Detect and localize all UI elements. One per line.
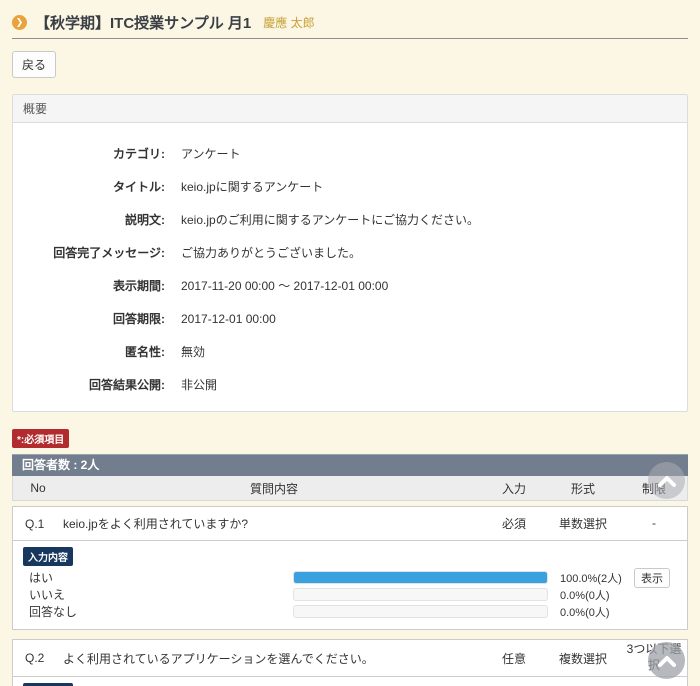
option-row: はい 100.0%(2人) 表示 [17, 569, 677, 586]
question-body: 入力内容 教育支援システム 50.0%(1人) 表示 学事Webシステム 50.… [13, 677, 687, 686]
field-value: 2017-11-20 00:00 ～ 2017-12-01 00:00 [181, 277, 687, 294]
field-value: 2017-12-01 00:00 [181, 312, 687, 326]
input-content-badge: 入力内容 [23, 547, 73, 566]
question-card-q2: Q.2 よく利用されているアプリケーションを選んでください。 任意 複数選択 3… [12, 639, 688, 686]
field-label: 回答結果公開: [13, 376, 181, 393]
respondent-count-bar: 回答者数 : 2人 [12, 454, 688, 476]
scroll-to-top-button[interactable] [648, 462, 685, 499]
field-label: 匿名性: [13, 343, 181, 360]
question-limit: - [623, 516, 685, 532]
bar-fill [294, 572, 547, 583]
field-label: 表示期間: [13, 277, 181, 294]
field-value: keio.jpのご利用に関するアンケートにご協力ください。 [181, 211, 687, 228]
question-format: 単数選択 [543, 515, 623, 532]
option-percent: 100.0%(2人) [548, 570, 634, 586]
column-input: 入力 [485, 480, 543, 497]
overview-row-category: カテゴリ: アンケート [13, 137, 687, 170]
field-label: 説明文: [13, 211, 181, 228]
option-percent: 0.0%(0人) [548, 587, 634, 603]
question-text: keio.jpをよく利用されていますか? [63, 515, 485, 532]
question-row: Q.1 keio.jpをよく利用されていますか? 必須 単数選択 - [13, 507, 687, 541]
page-title: 【秋学期】ITC授業サンプル 月1 [35, 12, 251, 33]
overview-row-description: 説明文: keio.jpのご利用に関するアンケートにご協力ください。 [13, 203, 687, 236]
question-input-type: 必須 [485, 515, 543, 532]
overview-row-result-publication: 回答結果公開: 非公開 [13, 368, 687, 401]
question-text: よく利用されているアプリケーションを選んでください。 [63, 650, 485, 667]
field-label: 回答完了メッセージ: [13, 244, 181, 261]
question-body: 入力内容 はい 100.0%(2人) 表示 いいえ 0.0%(0人) [13, 541, 687, 629]
show-respondents-button[interactable]: 表示 [634, 568, 670, 588]
back-button[interactable]: 戻る [12, 51, 56, 78]
required-note-badge: *:必須項目 [12, 429, 69, 448]
field-value: ご協力ありがとうございました。 [181, 244, 687, 261]
overview-row-title: タイトル: keio.jpに関するアンケート [13, 170, 687, 203]
chevron-up-icon [658, 475, 676, 487]
question-input-type: 任意 [485, 650, 543, 667]
arrow-right-icon: ❯ [12, 15, 27, 30]
page-header: ❯ 【秋学期】ITC授業サンプル 月1 慶應 太郎 [12, 12, 688, 32]
option-bar [293, 588, 548, 601]
column-question: 質問内容 [63, 480, 485, 497]
overview-row-anonymity: 匿名性: 無効 [13, 335, 687, 368]
field-value: 無効 [181, 343, 687, 360]
option-label: 回答なし [17, 603, 293, 620]
option-bar [293, 571, 548, 584]
option-label: はい [17, 569, 293, 586]
option-bar [293, 605, 548, 618]
chevron-up-icon [658, 655, 676, 667]
user-name-link[interactable]: 慶應 太郎 [263, 14, 314, 31]
overview-row-display-period: 表示期間: 2017-11-20 00:00 ～ 2017-12-01 00:0… [13, 269, 687, 302]
question-format: 複数選択 [543, 650, 623, 667]
overview-panel: 概要 カテゴリ: アンケート タイトル: keio.jpに関するアンケート 説明… [12, 94, 688, 412]
scroll-to-top-button[interactable] [648, 642, 685, 679]
question-card-q1: Q.1 keio.jpをよく利用されていますか? 必須 単数選択 - 入力内容 … [12, 506, 688, 630]
option-percent: 0.0%(0人) [548, 604, 634, 620]
option-row: いいえ 0.0%(0人) [17, 586, 677, 603]
overview-row-complete-message: 回答完了メッセージ: ご協力ありがとうございました。 [13, 236, 687, 269]
question-number: Q.2 [13, 651, 63, 665]
question-row: Q.2 よく利用されているアプリケーションを選んでください。 任意 複数選択 3… [13, 640, 687, 677]
question-number: Q.1 [13, 517, 63, 531]
field-label: カテゴリ: [13, 145, 181, 162]
field-label: タイトル: [13, 178, 181, 195]
field-value: keio.jpに関するアンケート [181, 178, 687, 195]
title-divider [12, 38, 688, 39]
results-section: 回答者数 : 2人 No 質問内容 入力 形式 制限 Q.1 keio.jpをよ… [12, 454, 688, 686]
overview-row-deadline: 回答期限: 2017-12-01 00:00 [13, 302, 687, 335]
option-row: 回答なし 0.0%(0人) [17, 603, 677, 620]
field-value: アンケート [181, 145, 687, 162]
column-no: No [13, 481, 63, 495]
option-label: いいえ [17, 586, 293, 603]
results-column-header: No 質問内容 入力 形式 制限 [12, 476, 688, 501]
overview-panel-title: 概要 [13, 95, 687, 123]
overview-panel-body: カテゴリ: アンケート タイトル: keio.jpに関するアンケート 説明文: … [13, 123, 687, 411]
field-label: 回答期限: [13, 310, 181, 327]
field-value: 非公開 [181, 376, 687, 393]
column-format: 形式 [543, 480, 623, 497]
